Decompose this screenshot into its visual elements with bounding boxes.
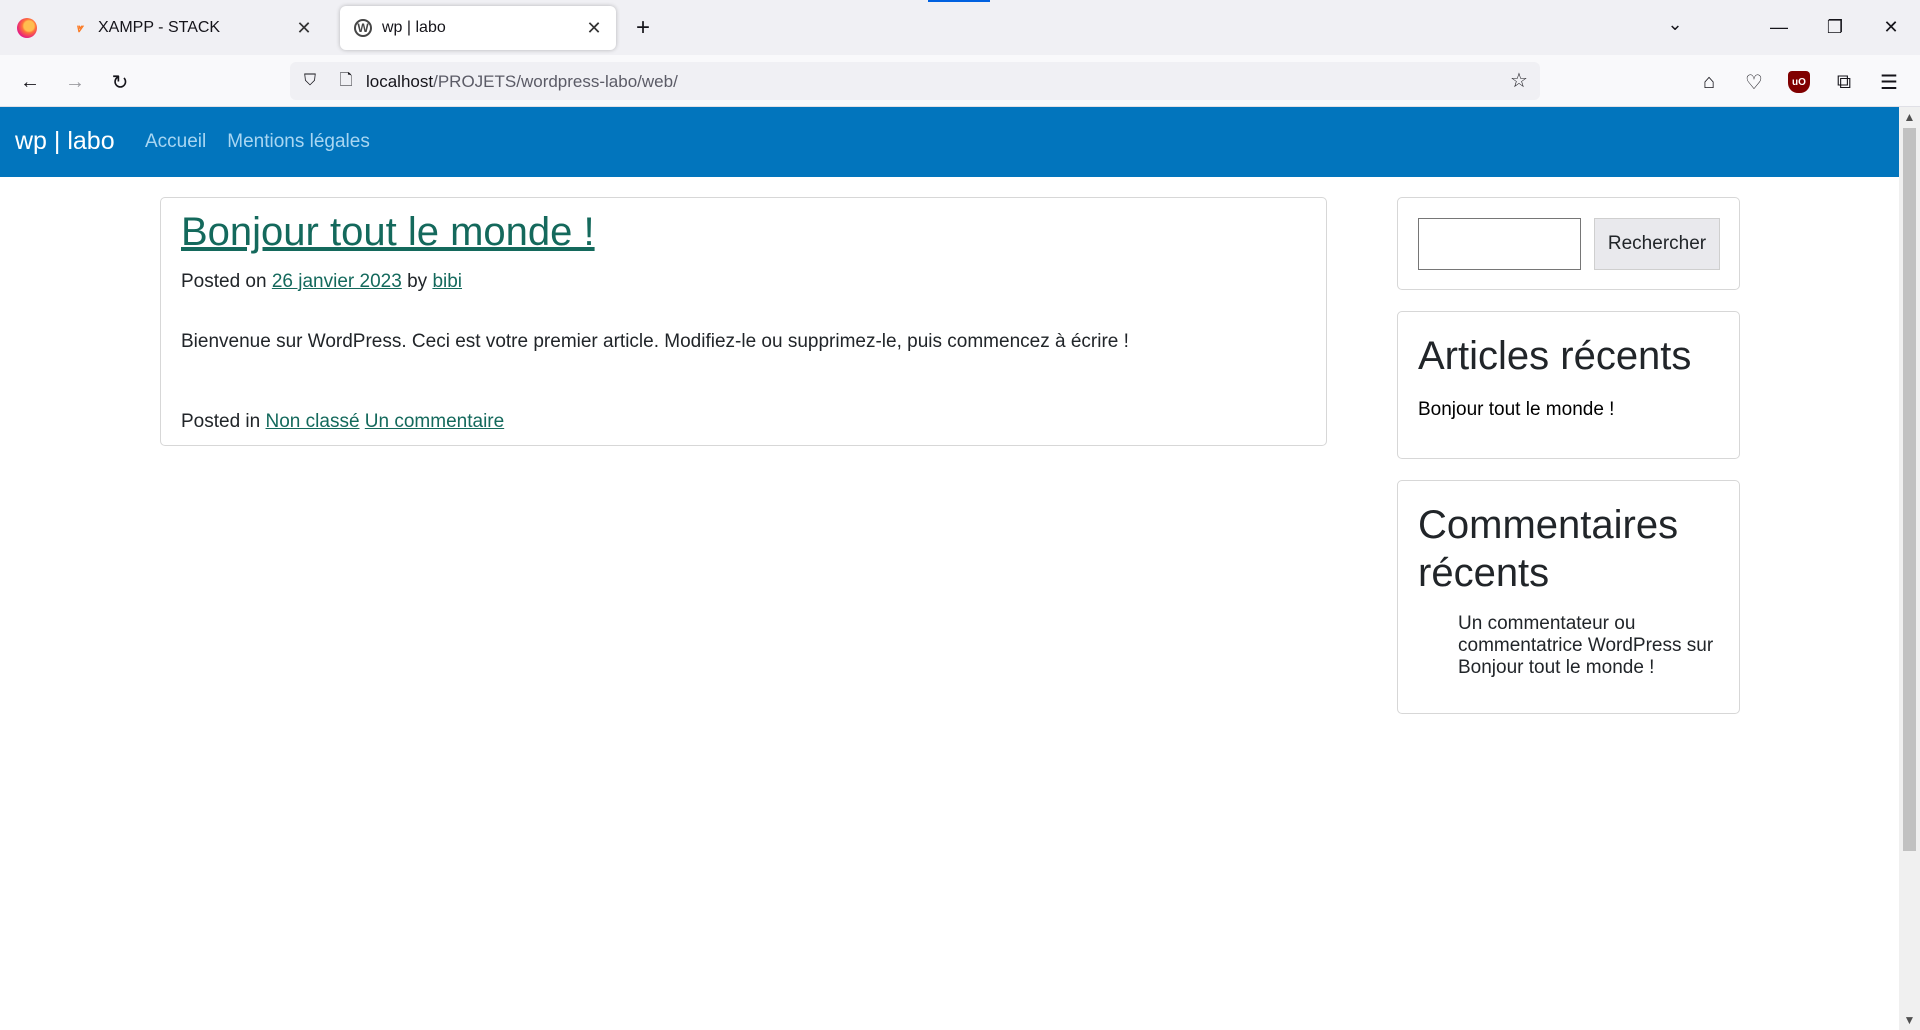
recent-posts-widget: Articles récents Bonjour tout le monde ! [1397,311,1740,459]
restore-icon[interactable]: ❐ [1812,0,1858,55]
recent-comments-widget: Commentaires récents Un commentateur ou … [1397,480,1740,714]
new-tab-button[interactable]: + [628,14,658,44]
search-input[interactable] [1418,218,1581,270]
scrollbar-thumb[interactable] [1903,128,1916,851]
browser-chrome: ⩔ XAMPP - STACK ✕ W wp | labo ✕ + ⌄ — ❐ … [0,0,1920,107]
post-card: Bonjour tout le monde ! Posted on 26 jan… [160,197,1327,446]
arrow-left-icon[interactable]: ← [14,66,46,98]
site-nav: Accueil Mentions légales [145,131,370,153]
home-icon[interactable]: ⌂ [1693,66,1725,98]
chevron-down-icon[interactable]: ⌄ [1660,14,1690,44]
vertical-scrollbar[interactable]: ▲ ▼ [1899,107,1920,1030]
site-brand[interactable]: wp | labo [15,127,115,156]
firefox-icon [17,17,37,38]
post-meta: Posted on 26 janvier 2023 by bibi [181,271,462,293]
tab-bar: ⩔ XAMPP - STACK ✕ W wp | labo ✕ + ⌄ — ❐ … [0,0,1920,55]
nav-link-mentions-legales[interactable]: Mentions légales [227,131,370,153]
tab-wp-labo[interactable]: W wp | labo ✕ [340,6,616,50]
posted-in-label: Posted in [181,411,261,432]
post-footer: Posted in Non classé Un commentaire [181,411,504,433]
puzzle-icon[interactable]: ⧉ [1828,66,1860,98]
arrow-right-icon[interactable]: → [59,66,91,98]
close-icon[interactable]: ✕ [580,14,608,42]
post-excerpt: Bienvenue sur WordPress. Ceci est votre … [181,331,1129,352]
minimize-icon[interactable]: — [1756,0,1802,55]
ublock-button[interactable]: uO [1783,66,1815,98]
url-bar[interactable]: ⛉ 🗋 localhost/PROJETS/wordpress-labo/web… [290,62,1540,100]
tab-xampp[interactable]: ⩔ XAMPP - STACK ✕ [56,6,326,50]
comment-on-label: sur [1686,635,1714,656]
plus-icon: + [635,14,650,41]
recent-post-link[interactable]: Bonjour tout le monde ! [1418,399,1614,421]
comment-post-link[interactable]: Bonjour tout le monde ! [1458,657,1654,678]
post-date-link[interactable]: 26 janvier 2023 [272,271,402,292]
shield-icon[interactable]: ⛉ [298,69,322,93]
recent-comments-title: Commentaires récents [1418,503,1679,595]
url-path: /PROJETS/wordpress-labo/web/ [433,72,678,91]
pocket-icon[interactable]: ♡ [1738,66,1770,98]
posted-on-label: Posted on [181,271,267,292]
search-button[interactable]: Rechercher [1594,218,1720,270]
post-title[interactable]: Bonjour tout le monde ! [181,210,595,255]
page-icon[interactable]: 🗋 [334,69,358,93]
hamburger-menu-icon[interactable]: ☰ [1873,66,1905,98]
nav-link-accueil[interactable]: Accueil [145,131,206,153]
recent-comment-item: Un commentateur ou commentatrice WordPre… [1458,613,1728,679]
by-label: by [407,271,428,292]
url-host: localhost [366,72,434,91]
navigation-toolbar: ← → ↻ ⛉ 🗋 localhost/PROJETS/wordpress-la… [0,55,1920,107]
page-viewport: wp | labo Accueil Mentions légales Bonjo… [0,107,1920,1030]
wordpress-icon: W [354,19,372,37]
site-header: wp | labo Accueil Mentions légales [0,107,1899,177]
tab-title: XAMPP - STACK [98,19,221,36]
scroll-up-icon[interactable]: ▲ [1899,107,1920,127]
category-link[interactable]: Non classé [266,411,360,432]
firefox-view-button[interactable] [0,0,54,55]
close-icon[interactable]: ✕ [290,14,318,42]
reload-icon[interactable]: ↻ [104,66,136,98]
search-widget: Rechercher [1397,197,1740,290]
recent-posts-title: Articles récents [1418,334,1692,378]
comment-author-link[interactable]: Un commentateur ou commentatrice WordPre… [1458,613,1682,656]
window-close-icon[interactable]: ✕ [1868,0,1914,55]
ublock-origin-icon: uO [1788,71,1810,93]
tab-bar-accent [928,0,990,2]
xampp-icon: ⩔ [75,20,83,35]
post-author-link[interactable]: bibi [432,271,462,292]
tab-title: wp | labo [382,19,446,36]
scroll-down-icon[interactable]: ▼ [1899,1010,1920,1030]
star-icon[interactable]: ☆ [1506,68,1532,94]
url-text[interactable]: localhost/PROJETS/wordpress-labo/web/ [366,72,678,92]
comments-link[interactable]: Un commentaire [365,411,504,432]
